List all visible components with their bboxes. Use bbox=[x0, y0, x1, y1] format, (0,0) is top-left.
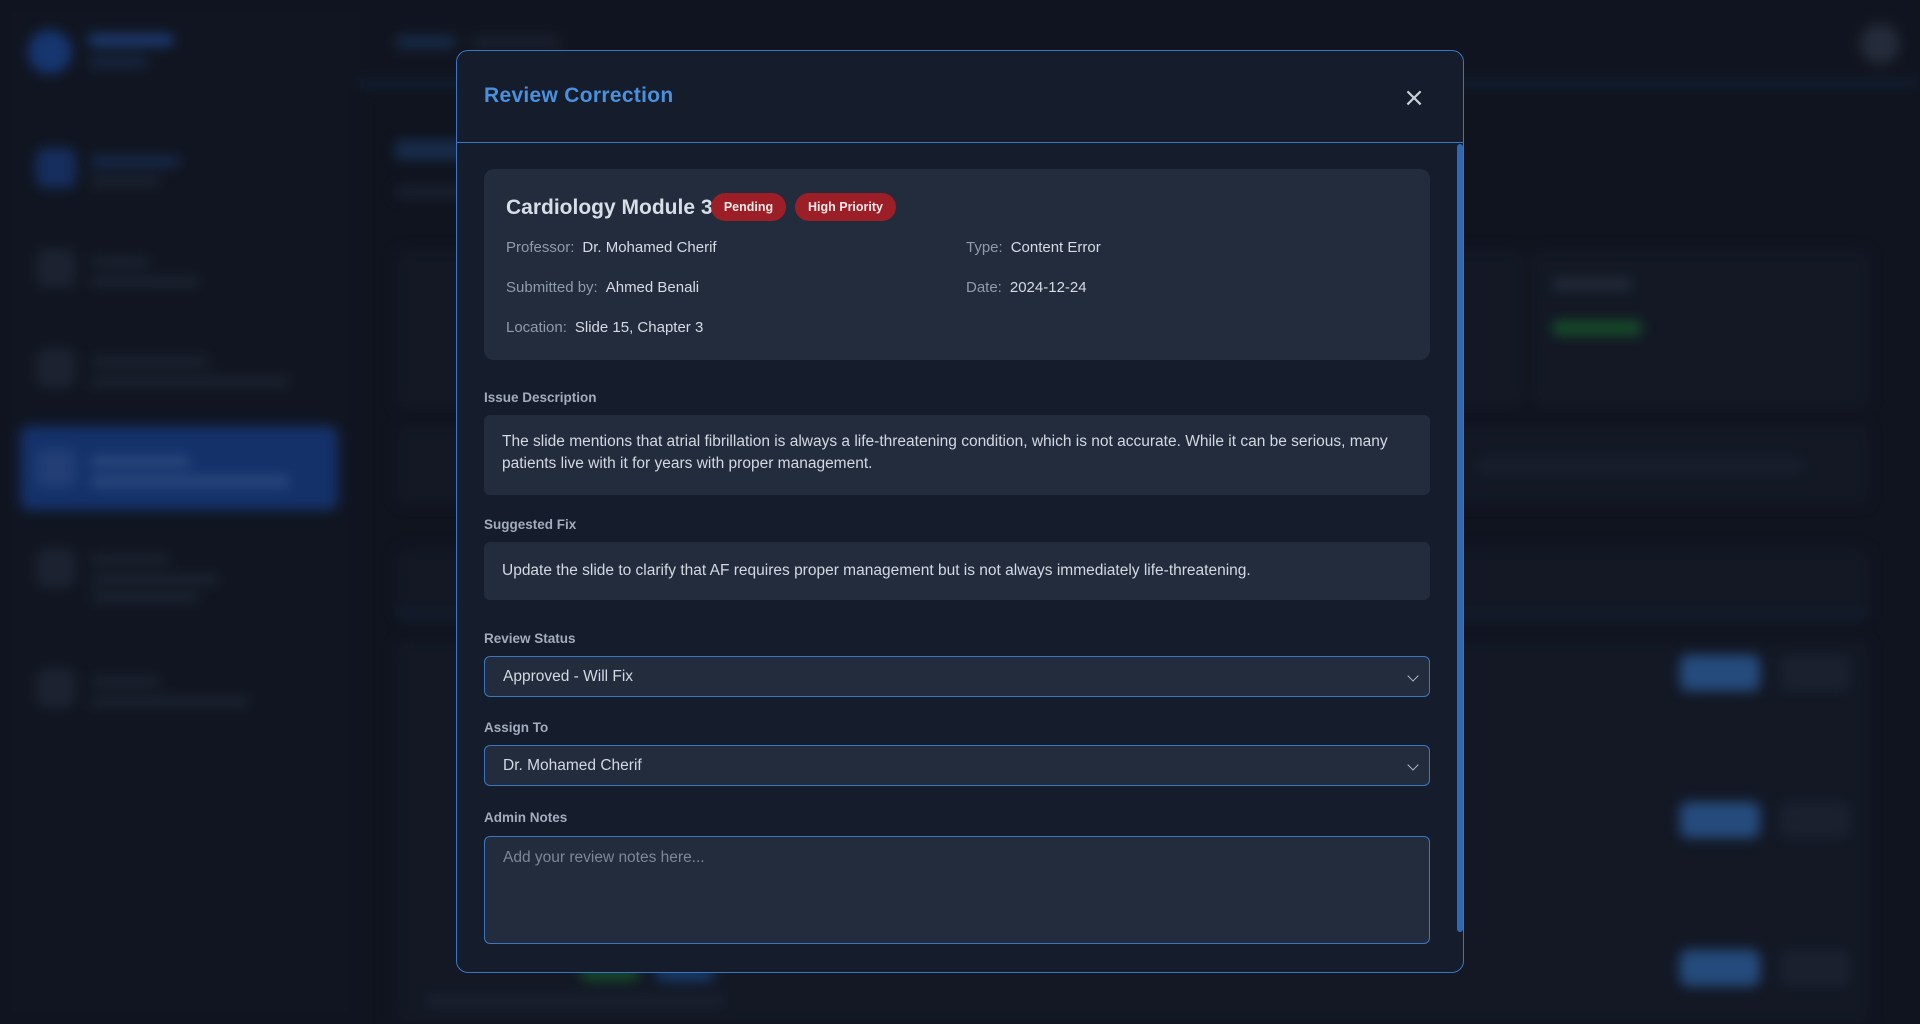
status-badge: Pending bbox=[711, 193, 786, 221]
assign-to-select[interactable]: Dr. Mohamed Cherif bbox=[484, 745, 1430, 786]
modal-body: Cardiology Module 3 Pending High Priorit… bbox=[484, 169, 1430, 944]
suggested-fix-text: Update the slide to clarify that AF requ… bbox=[484, 542, 1430, 600]
assign-to-label: Assign To bbox=[484, 720, 549, 735]
assign-to-value: Dr. Mohamed Cherif bbox=[503, 757, 642, 774]
review-correction-modal: Review Correction × Cardiology Module 3 … bbox=[456, 50, 1464, 973]
review-status-select[interactable]: Approved - Will Fix bbox=[484, 656, 1430, 697]
professor-field: Professor: Dr. Mohamed Cherif bbox=[506, 239, 717, 256]
correction-summary-card: Cardiology Module 3 Pending High Priorit… bbox=[484, 169, 1430, 360]
admin-notes-label: Admin Notes bbox=[484, 810, 568, 825]
field-value: Dr. Mohamed Cherif bbox=[582, 239, 717, 256]
modal-header: Review Correction × bbox=[457, 51, 1463, 143]
type-field: Type: Content Error bbox=[966, 239, 1101, 256]
modal-scrollbar[interactable] bbox=[1457, 144, 1463, 932]
chevron-down-icon bbox=[1407, 670, 1419, 682]
issue-description-text: The slide mentions that atrial fibrillat… bbox=[484, 415, 1430, 495]
field-value: 2024-12-24 bbox=[1009, 279, 1087, 296]
field-label: Professor: bbox=[506, 239, 575, 256]
field-label: Type: bbox=[966, 239, 1003, 256]
field-label: Date: bbox=[966, 279, 1002, 296]
submitted-by-field: Submitted by: Ahmed Benali bbox=[506, 279, 699, 296]
field-value: Ahmed Benali bbox=[605, 279, 700, 296]
field-label: Location: bbox=[506, 319, 567, 336]
location-field: Location: Slide 15, Chapter 3 bbox=[506, 319, 703, 336]
review-status-label: Review Status bbox=[484, 631, 576, 646]
module-title: Cardiology Module 3 bbox=[506, 196, 713, 219]
modal-title: Review Correction bbox=[484, 84, 674, 107]
review-status-value: Approved - Will Fix bbox=[503, 668, 634, 685]
chevron-down-icon bbox=[1407, 759, 1419, 771]
issue-description-label: Issue Description bbox=[484, 390, 597, 405]
date-field: Date: 2024-12-24 bbox=[966, 279, 1087, 296]
field-label: Submitted by: bbox=[506, 279, 598, 296]
field-value: Content Error bbox=[1010, 239, 1101, 256]
admin-notes-textarea[interactable] bbox=[484, 836, 1430, 944]
close-icon[interactable]: × bbox=[1401, 85, 1427, 111]
field-value: Slide 15, Chapter 3 bbox=[574, 319, 704, 336]
priority-badge: High Priority bbox=[795, 193, 896, 221]
suggested-fix-label: Suggested Fix bbox=[484, 517, 577, 532]
